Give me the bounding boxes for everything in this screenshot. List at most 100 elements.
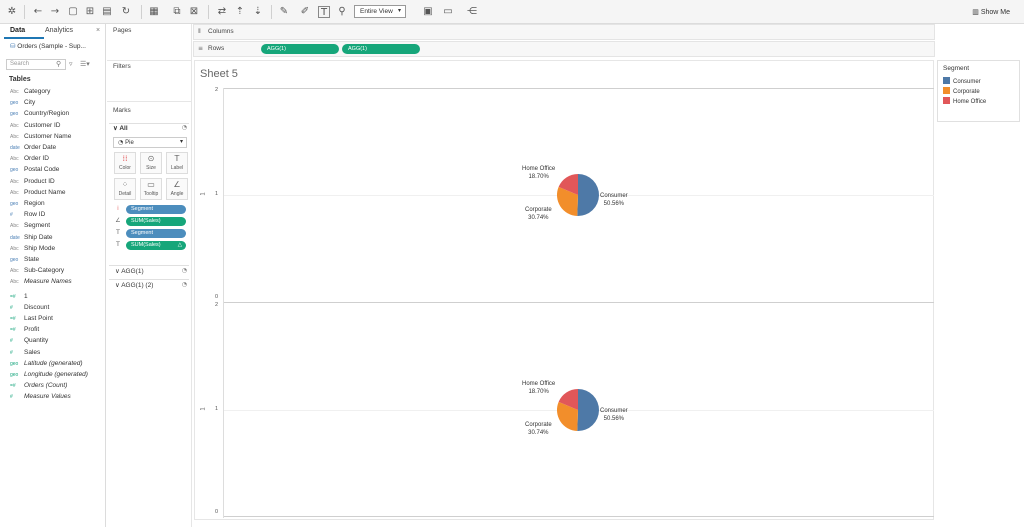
angle-button[interactable]: ∠ Angle (166, 178, 188, 200)
pie-chart (557, 388, 599, 431)
clear-sheet-icon[interactable]: ⊠ (188, 6, 200, 18)
field-item[interactable]: Abc Customer Name (10, 131, 71, 142)
minimize-pane-icon[interactable]: × (96, 27, 100, 34)
duplicate-sheet-icon[interactable]: ⧉ (171, 6, 183, 18)
field-name: Measure Values (24, 393, 71, 401)
marks-all-row[interactable]: ∨ All (113, 124, 128, 132)
detail-button[interactable]: ⁘ Detail (114, 178, 136, 200)
columns-shelf[interactable]: ⦀ Columns (193, 24, 935, 40)
rows-shelf[interactable]: ≡ Rows AGG(1) AGG(1) (193, 41, 935, 57)
rows-icon: ≡ (198, 45, 204, 52)
tooltip-button[interactable]: ▭ Tooltip (140, 178, 162, 200)
field-item[interactable]: geo Longitude (generated) (10, 369, 88, 380)
field-item[interactable]: # Measure Values (10, 391, 71, 402)
mark-type-select[interactable]: ◔ Pie ▾ (113, 137, 187, 148)
pill-segment-color[interactable]: Segment (126, 205, 186, 214)
field-name: Discount (24, 303, 50, 311)
tableau-logo-icon[interactable]: ✲ (6, 6, 18, 18)
field-item[interactable]: =# Last Point (10, 313, 53, 324)
row-pill-agg1[interactable]: AGG(1) (261, 44, 339, 54)
field-item[interactable]: =# 1 (10, 291, 28, 302)
pie-data-label: Consumer 50.56% (600, 192, 628, 208)
pill-sales-label[interactable]: SUM(Sales) △ (126, 241, 186, 250)
redo-icon[interactable]: → (49, 6, 61, 18)
field-item[interactable]: # Sales (10, 347, 40, 358)
field-item[interactable]: Abc Segment (10, 220, 50, 231)
legend-item[interactable]: Corporate (943, 87, 980, 96)
field-item[interactable]: Abc Measure Names (10, 276, 72, 287)
field-item[interactable]: # Quantity (10, 335, 48, 346)
field-item[interactable]: Abc Product ID (10, 176, 55, 187)
marks-card: Marks ∨ All ◔ ◔ Pie ▾ ⁞⁞ Color ⊙ Size T Lab… (109, 104, 191, 324)
marks-agg1-row[interactable]: ∨ AGG(1) (115, 267, 144, 275)
search-icon[interactable]: ⚲ (56, 60, 61, 68)
save-icon[interactable]: ▢ (67, 6, 79, 18)
undo-icon[interactable]: ← (32, 6, 44, 18)
filter-icon[interactable]: ▿ (69, 60, 73, 68)
field-item[interactable]: geo City (10, 97, 35, 108)
field-item[interactable]: date Ship Date (10, 232, 53, 243)
sort-descending-icon[interactable]: ⇣ (252, 6, 264, 18)
tab-data[interactable]: Data (10, 27, 25, 34)
pie-slice-consumer[interactable] (577, 173, 599, 216)
divider (107, 60, 191, 61)
highlight-icon[interactable]: ✎ (278, 6, 290, 18)
field-item[interactable]: =# Orders (Count) (10, 380, 67, 391)
presentation-mode-icon[interactable]: ▭ (442, 6, 454, 18)
field-item[interactable]: geo Country/Region (10, 108, 69, 119)
view-options-icon[interactable]: ☰▾ (80, 60, 90, 68)
field-item[interactable]: geo Region (10, 198, 45, 209)
field-item[interactable]: Abc Ship Mode (10, 243, 55, 254)
sheet-title: Sheet 5 (200, 68, 238, 80)
pages-title: Pages (113, 27, 132, 34)
field-item[interactable]: =# Profit (10, 324, 39, 335)
legend-item[interactable]: Consumer (943, 77, 981, 86)
refresh-icon[interactable]: ↻ (120, 6, 132, 18)
show-me-button[interactable]: ▥ Show Me (972, 5, 1010, 20)
field-item[interactable]: # Row ID (10, 209, 45, 220)
pill-segment-label[interactable]: Segment (126, 229, 186, 238)
new-worksheet-icon[interactable]: ▦ (148, 6, 160, 18)
group-members-icon[interactable]: ✐ (299, 6, 311, 18)
fix-axes-icon[interactable]: ⚲ (336, 6, 348, 18)
field-item[interactable]: Abc Category (10, 86, 50, 97)
pie-slice-consumer[interactable] (577, 388, 599, 431)
axis-tick-label: 2 (215, 302, 219, 308)
axis-tick-label: 2 (215, 87, 219, 93)
datasource-item[interactable]: ⛁ Orders (Sample - Sup... (10, 42, 86, 50)
tab-analytics[interactable]: Analytics (45, 27, 73, 34)
field-item[interactable]: geo Postal Code (10, 164, 59, 175)
pause-updates-icon[interactable]: ▤ (101, 6, 113, 18)
size-button[interactable]: ⊙ Size (140, 152, 162, 174)
field-item[interactable]: Abc Product Name (10, 187, 66, 198)
legend-item[interactable]: Home Office (943, 97, 986, 106)
show-cards-icon[interactable]: ▣ (422, 6, 434, 18)
color-legend: Segment Consumer Corporate Home Office (937, 60, 1020, 122)
field-item[interactable]: geo State (10, 254, 39, 265)
search-placeholder: Search (10, 61, 30, 67)
field-item[interactable]: Abc Sub-Category (10, 265, 64, 276)
view-fit-select[interactable]: Entire View ▾ (354, 5, 406, 18)
share-icon[interactable]: ⋲ (466, 6, 478, 18)
field-name: Row ID (24, 211, 46, 219)
sort-ascending-icon[interactable]: ⇡ (234, 6, 246, 18)
field-item[interactable]: # Discount (10, 302, 49, 313)
show-mark-labels-icon[interactable]: T (318, 6, 330, 18)
new-datasource-icon[interactable]: ⊞ (84, 6, 96, 18)
field-item[interactable]: Abc Customer ID (10, 120, 60, 131)
field-item[interactable]: date Order Date (10, 142, 56, 153)
field-item[interactable]: geo Latitude (generated) (10, 358, 83, 369)
angle-icon: ∠ (173, 180, 181, 189)
columns-icon: ⦀ (198, 28, 201, 35)
marks-agg1-2-row[interactable]: ∨ AGG(1) (2) (115, 281, 153, 289)
legend-swatch (943, 97, 950, 104)
pages-card[interactable]: Pages (109, 24, 191, 56)
swap-rows-columns-icon[interactable]: ⇄ (216, 6, 228, 18)
axis-tick-label: 0 (215, 294, 219, 300)
filters-card[interactable]: Filters (109, 60, 191, 100)
row-pill-agg1-2[interactable]: AGG(1) (342, 44, 420, 54)
pill-sales-angle[interactable]: SUM(Sales) (126, 217, 186, 226)
color-button[interactable]: ⁞⁞ Color (114, 152, 136, 174)
label-button[interactable]: T Label (166, 152, 188, 174)
field-item[interactable]: Abc Order ID (10, 153, 49, 164)
